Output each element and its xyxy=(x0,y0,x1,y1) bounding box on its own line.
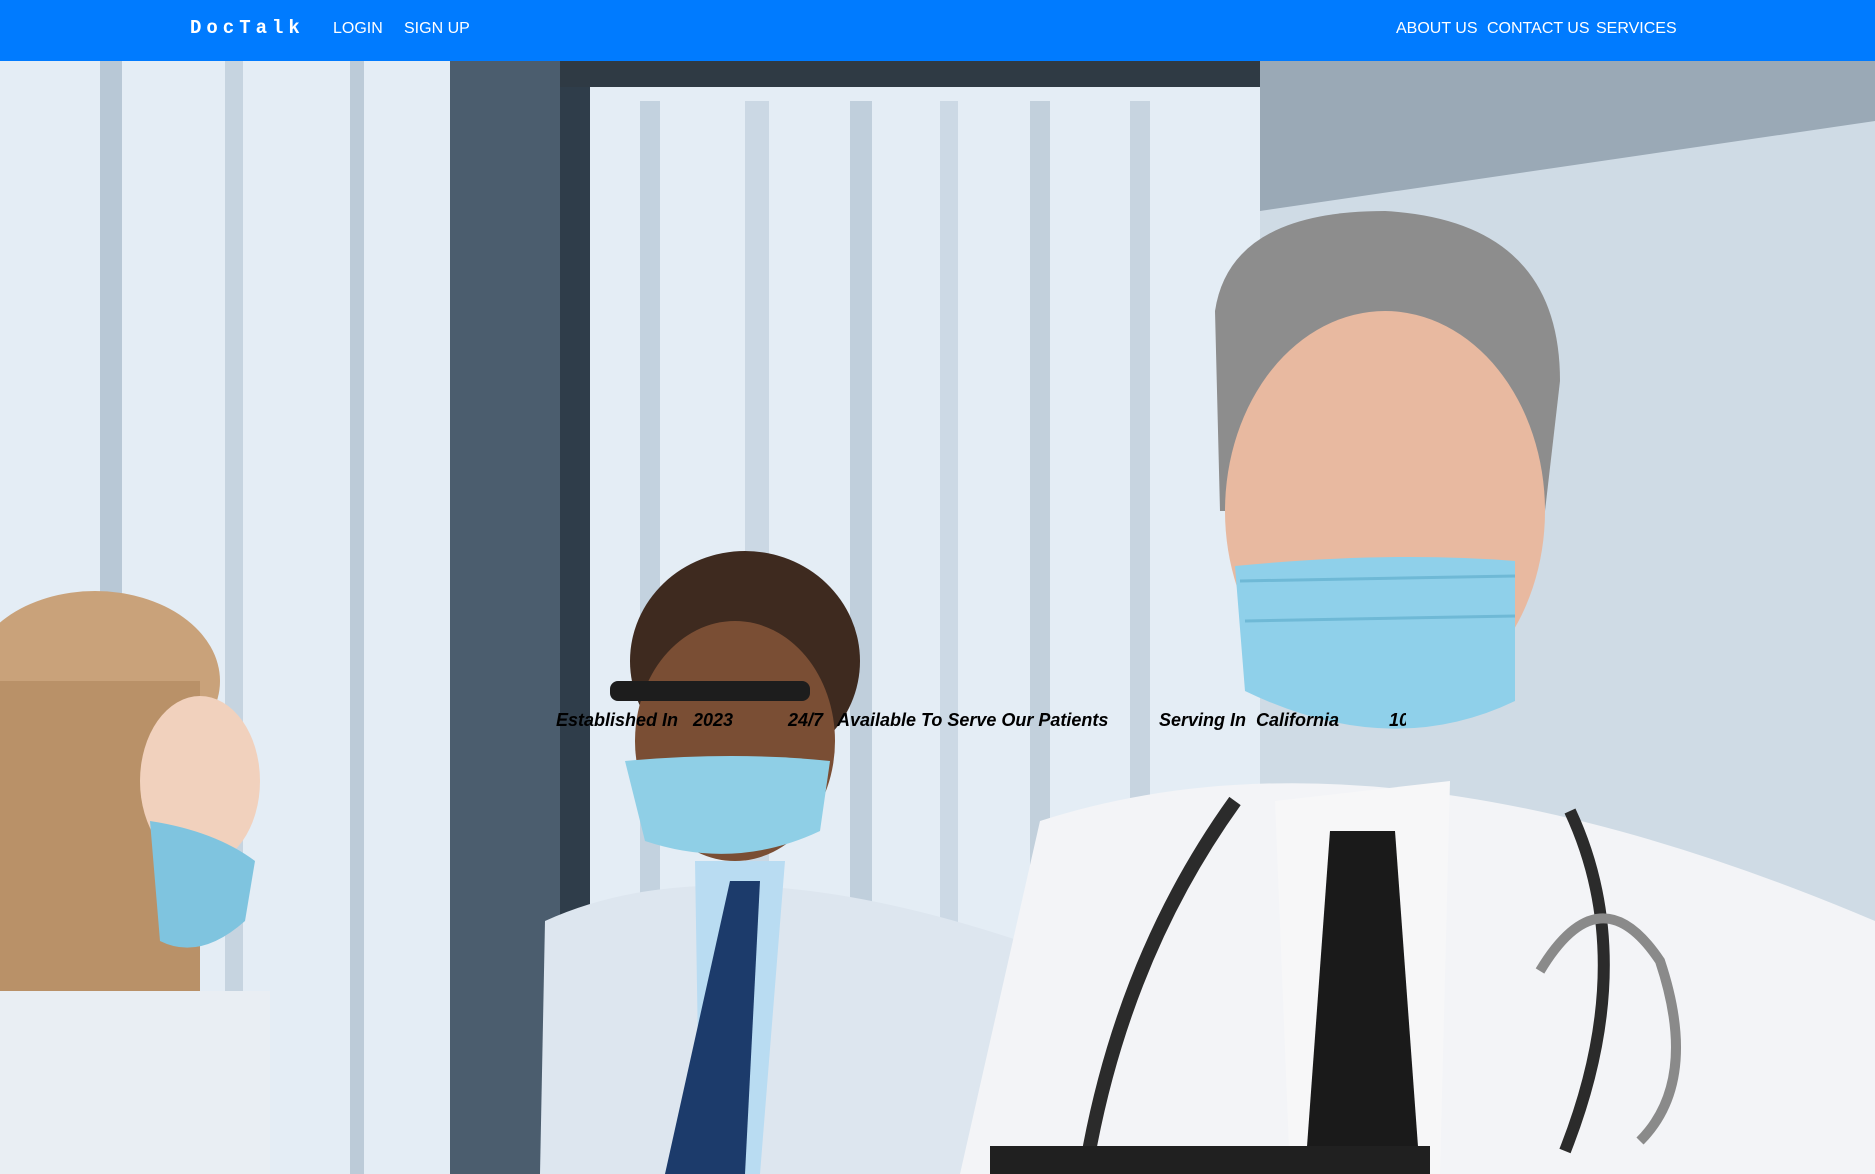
ticker-availability-label: 24/7 xyxy=(788,710,824,730)
brand-logo[interactable]: DocTalk xyxy=(190,17,305,39)
ticker-established-value: 2023 xyxy=(693,710,734,730)
stats-ticker: Established In 2023 24/7 Available To Se… xyxy=(556,704,1406,734)
services-link[interactable]: SERVICES xyxy=(1596,20,1677,38)
about-us-link[interactable]: ABOUT US xyxy=(1396,20,1478,38)
ticker-serving-value: California xyxy=(1256,710,1340,730)
hero-background-image xyxy=(0,61,1875,1174)
ticker-serving-label: Serving In xyxy=(1159,710,1247,730)
ticker-count-label: 10 xyxy=(1389,710,1406,730)
hero-section: Established In 2023 24/7 Available To Se… xyxy=(0,61,1875,1174)
login-link[interactable]: LOGIN xyxy=(333,20,383,38)
ticker-availability-value: Available To Serve Our Patients xyxy=(837,710,1109,730)
top-navbar: DocTalk LOGIN SIGN UP ABOUT US CONTACT U… xyxy=(0,0,1875,61)
contact-us-link[interactable]: CONTACT US xyxy=(1487,20,1590,38)
signup-link[interactable]: SIGN UP xyxy=(404,20,470,38)
ticker-established-label: Established In xyxy=(556,710,679,730)
